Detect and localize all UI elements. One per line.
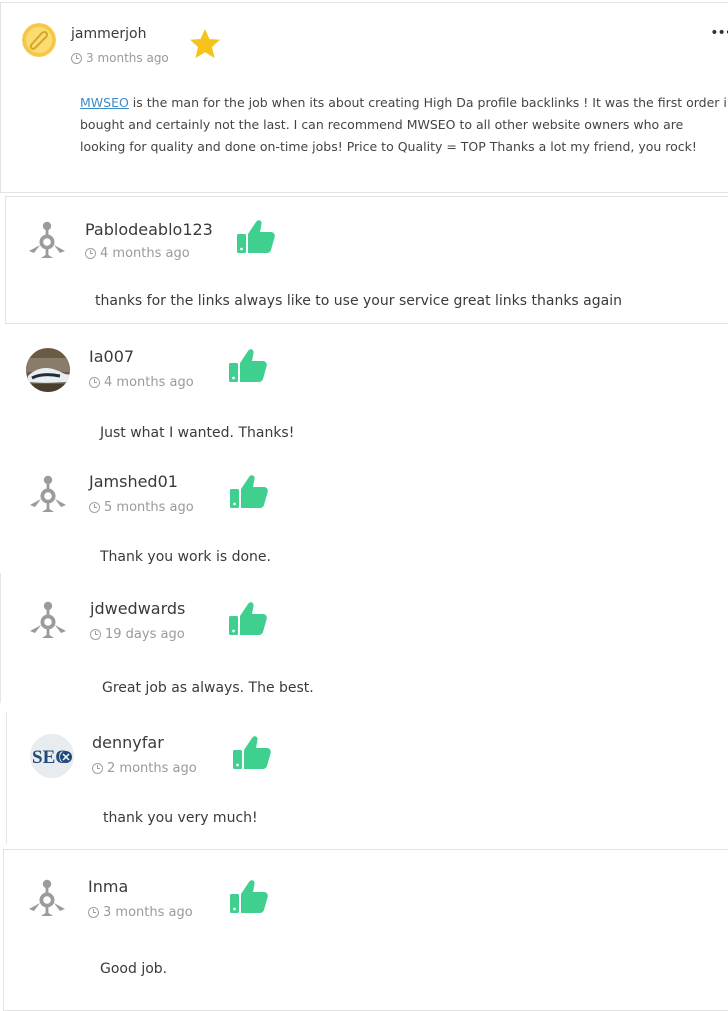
review-card: Jamshed01 5 months ago Thank you work is…	[5, 458, 728, 573]
review-text: thank you very much!	[103, 810, 258, 826]
review-card: SEO dennyfar 2 months ago thank you very…	[6, 712, 728, 844]
time-label: 4 months ago	[100, 246, 190, 261]
avatar[interactable]	[26, 472, 70, 516]
thumbs-up-icon	[233, 736, 271, 769]
clock-icon	[88, 907, 99, 918]
username[interactable]: jammerjoh	[71, 26, 146, 42]
review-card: Pablodeablo123 4 months ago thanks for t…	[5, 196, 728, 324]
avatar[interactable]	[25, 876, 69, 920]
clock-icon	[92, 763, 103, 774]
username[interactable]: Jamshed01	[89, 472, 178, 491]
username[interactable]: jdwedwards	[90, 599, 185, 618]
clock-icon	[85, 248, 96, 259]
review-time: 5 months ago	[89, 500, 194, 515]
default-avatar-icon	[29, 221, 65, 258]
time-label: 3 months ago	[86, 51, 169, 65]
time-label: 2 months ago	[107, 761, 197, 776]
avatar[interactable]	[26, 598, 70, 642]
time-label: 3 months ago	[103, 905, 193, 920]
more-options-button[interactable]: •••	[710, 25, 728, 41]
review-card: jammerjoh 3 months ago ••• MWSEO is the …	[0, 2, 728, 193]
star-icon	[190, 29, 220, 58]
username[interactable]: Ia007	[89, 347, 134, 366]
thumbs-up-icon	[230, 880, 268, 913]
clock-icon	[89, 502, 100, 513]
username[interactable]: dennyfar	[92, 733, 164, 752]
review-time: 2 months ago	[92, 761, 197, 776]
time-label: 19 days ago	[105, 627, 185, 642]
thumbs-up-icon	[229, 349, 267, 382]
review-card: Inma 3 months ago Good job.	[3, 849, 728, 1011]
username[interactable]: Inma	[88, 877, 128, 896]
thumbs-up-icon	[237, 220, 275, 253]
avatar[interactable]: SEO	[30, 734, 74, 778]
avatar[interactable]	[25, 218, 69, 262]
default-avatar-icon	[29, 879, 65, 916]
avatar[interactable]	[26, 348, 70, 392]
thumbs-up-icon	[229, 602, 267, 635]
review-text: Great job as always. The best.	[102, 680, 314, 696]
review-text: MWSEO is the man for the job when its ab…	[80, 92, 728, 158]
review-time: 19 days ago	[90, 627, 185, 642]
thumbs-up-icon	[230, 475, 268, 508]
review-text: Thank you work is done.	[100, 549, 271, 565]
review-body: is the man for the job when its about cr…	[80, 95, 727, 154]
default-avatar-icon	[30, 475, 66, 512]
review-time: 3 months ago	[71, 51, 169, 65]
review-text: Just what I wanted. Thanks!	[100, 425, 295, 441]
review-time: 4 months ago	[89, 375, 194, 390]
clock-icon	[71, 52, 82, 64]
default-avatar-icon	[30, 601, 66, 638]
review-text: thanks for the links always like to use …	[95, 293, 622, 309]
review-time: 4 months ago	[85, 246, 190, 261]
review-card: Ia007 4 months ago Just what I wanted. T…	[5, 325, 728, 455]
avatar[interactable]	[22, 23, 56, 57]
seller-link[interactable]: MWSEO	[80, 95, 129, 110]
time-label: 4 months ago	[104, 375, 194, 390]
username[interactable]: Pablodeablo123	[85, 220, 213, 239]
clock-icon	[90, 629, 101, 640]
time-label: 5 months ago	[104, 500, 194, 515]
review-card: jdwedwards 19 days ago Great job as alwa…	[0, 573, 728, 703]
clock-icon	[89, 377, 100, 388]
review-time: 3 months ago	[88, 905, 193, 920]
review-text: Good job.	[100, 961, 168, 977]
